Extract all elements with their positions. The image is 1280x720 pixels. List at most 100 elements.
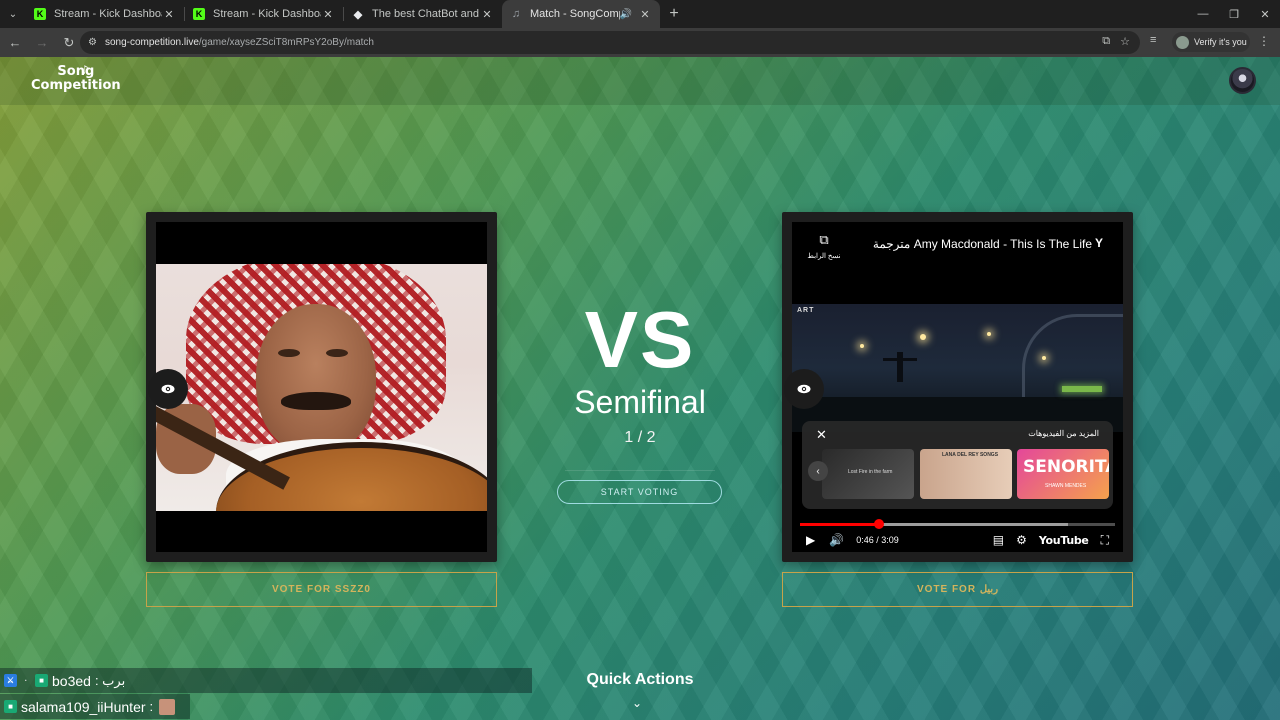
- tab-label: Match - SongCompetition: [530, 8, 620, 20]
- settings-gear-icon[interactable]: ⚙: [1016, 533, 1027, 547]
- divider: [565, 470, 715, 471]
- restore-icon[interactable]: ❐: [1218, 0, 1250, 28]
- logo-line2: Competition: [31, 78, 121, 93]
- video-watermark: ART: [797, 307, 815, 314]
- address-bar[interactable]: ⚙ song-competition.live/game/xayseZSciT8…: [80, 31, 1140, 54]
- verified-badge-icon: ■: [4, 700, 17, 713]
- reveal-eye-button[interactable]: [148, 369, 188, 409]
- previous-chevron-icon[interactable]: ‹: [808, 461, 828, 481]
- youtube-logo[interactable]: YouTube: [1039, 534, 1089, 547]
- url-host: song-competition.live: [104, 37, 199, 48]
- browser-tab[interactable]: K Stream - Kick Dashboard ✕: [185, 0, 343, 28]
- captions-icon[interactable]: ▤: [993, 533, 1004, 547]
- close-tab-icon[interactable]: ✕: [480, 8, 494, 21]
- verified-badge-icon: ■: [35, 674, 48, 687]
- vs-heading: VS: [584, 295, 696, 384]
- tab-label: The best ChatBot and Widgets: [372, 8, 480, 20]
- close-icon[interactable]: ✕: [816, 427, 827, 443]
- match-page: Song Competition ♪ ⧉ نسخ الرابط مترجمة A…: [0, 57, 1280, 720]
- thumbnail-title: SENORITA: [1023, 457, 1109, 477]
- vote-left-button[interactable]: VOTE FOR SSZZ0: [146, 572, 497, 607]
- youtube-embed[interactable]: ⧉ نسخ الرابط مترجمة Amy Macdonald - This…: [792, 222, 1123, 552]
- chat-text: :: [149, 699, 154, 714]
- forward-button[interactable]: →: [30, 31, 54, 55]
- eye-icon: [797, 384, 811, 394]
- thumbnail-subtitle: SHAWN MENDES: [1045, 483, 1087, 489]
- back-button[interactable]: ←: [3, 31, 27, 55]
- site-info-icon[interactable]: ⚙: [88, 37, 97, 48]
- chat-message: ■ salama109_iiHunter :: [0, 694, 190, 719]
- start-voting-button[interactable]: START VOTING: [557, 480, 722, 504]
- chat-message: ⚔ · ■ bo3ed : برب: [0, 668, 532, 693]
- audio-playing-icon[interactable]: 🔊: [620, 9, 632, 20]
- profile-avatar: [1176, 35, 1189, 49]
- music-note-icon: ♪: [81, 63, 89, 77]
- song-card-left: [146, 212, 497, 562]
- video-frame[interactable]: ART: [792, 304, 1123, 432]
- browser-tab[interactable]: ◆ The best ChatBot and Widgets ✕: [344, 0, 502, 28]
- browser-tab-active[interactable]: ♫ Match - SongCompetition 🔊 ✕: [502, 0, 660, 28]
- chat-text: : برب: [94, 672, 126, 688]
- thumbnail-text: Lost Fire in the farm: [848, 469, 893, 475]
- tab-search-icon[interactable]: ⌄: [0, 0, 26, 28]
- browser-tabbar: ⌄ K Stream - Kick Dashboard ✕ K Stream -…: [0, 0, 1280, 28]
- reload-button[interactable]: ↻: [57, 31, 81, 55]
- copy-icon: ⧉: [819, 232, 829, 247]
- chatbot-icon: ◆: [353, 8, 363, 21]
- copy-link-label: نسخ الرابط: [807, 253, 841, 260]
- site-logo[interactable]: Song Competition ♪: [31, 63, 121, 93]
- close-tab-icon[interactable]: ✕: [321, 8, 335, 21]
- channel-logo-icon[interactable]: Y: [1095, 236, 1103, 250]
- stage-label: Semifinal: [574, 384, 706, 420]
- progress-bar[interactable]: [800, 519, 1115, 529]
- user-avatar[interactable]: [1229, 67, 1256, 94]
- tab-label: Stream - Kick Dashboard: [54, 8, 162, 20]
- chevron-down-icon[interactable]: ⌄: [632, 696, 642, 710]
- round-counter: 1 / 2: [624, 429, 656, 446]
- vote-right-button[interactable]: VOTE FOR ربيل: [782, 572, 1133, 607]
- url-path: /game/xayseZSciT8mRPsY2oBy/match: [198, 37, 374, 48]
- close-window-icon[interactable]: ✕: [1249, 0, 1280, 28]
- install-app-icon[interactable]: ⧉: [1102, 35, 1110, 48]
- minimize-icon[interactable]: —: [1187, 0, 1219, 28]
- chat-username: salama109_iiHunter: [21, 698, 146, 715]
- quick-actions-label[interactable]: Quick Actions: [540, 671, 740, 689]
- fullscreen-icon[interactable]: ⛶: [1101, 533, 1109, 548]
- close-tab-icon[interactable]: ✕: [638, 8, 652, 21]
- new-tab-button[interactable]: +: [660, 5, 688, 23]
- play-icon[interactable]: ▶: [806, 533, 815, 547]
- chat-username: bo3ed: [52, 672, 91, 689]
- moderator-badge-icon: ⚔: [4, 674, 17, 687]
- browser-toolbar: ← → ↻ ⚙ song-competition.live/game/xayse…: [0, 28, 1280, 57]
- kick-icon: K: [193, 8, 205, 20]
- profile-verify-button[interactable]: Verify it's you: [1172, 32, 1250, 52]
- video-title[interactable]: مترجمة Amy Macdonald - This Is The Life: [852, 237, 1092, 251]
- progress-played: [800, 523, 879, 526]
- song-cover-image: [156, 264, 487, 511]
- close-tab-icon[interactable]: ✕: [162, 8, 176, 21]
- tab-label: Stream - Kick Dashboard: [213, 8, 321, 20]
- suggested-video-thumbnail[interactable]: LANA DEL REY SONGS: [920, 449, 1012, 499]
- suggested-video-thumbnail[interactable]: SENORITA SHAWN MENDES: [1017, 449, 1109, 499]
- thumbnail-text: LANA DEL REY SONGS: [942, 452, 999, 458]
- media-queue-icon[interactable]: ≡: [1150, 34, 1156, 46]
- copy-link-button[interactable]: ⧉ نسخ الرابط: [806, 232, 842, 260]
- browser-menu-icon[interactable]: ⋮: [1258, 34, 1270, 48]
- player-controls: ▶ 🔊 0:46 / 3:09 ▤ ⚙ YouTube ⛶: [792, 528, 1123, 552]
- browser-tab[interactable]: K Stream - Kick Dashboard ✕: [26, 0, 184, 28]
- suggested-video-thumbnail[interactable]: Lost Fire in the farm: [822, 449, 914, 499]
- volume-icon[interactable]: 🔊: [829, 533, 844, 547]
- more-videos-title: المزيد من الفيديوهات: [1028, 429, 1099, 438]
- logo-line1: Song: [57, 64, 95, 79]
- more-videos-panel: ✕ المزيد من الفيديوهات Lost Fire in the …: [802, 421, 1113, 509]
- site-header: [0, 57, 1280, 105]
- bookmark-star-icon[interactable]: ☆: [1120, 35, 1130, 48]
- verify-label: Verify it's you: [1194, 37, 1247, 47]
- songcompetition-icon: ♫: [511, 8, 521, 20]
- chat-emote-icon: [159, 698, 176, 715]
- eye-icon: [161, 384, 175, 394]
- url-text: song-competition.live/game/xayseZSciT8mR…: [105, 37, 374, 48]
- time-display: 0:46 / 3:09: [856, 535, 899, 545]
- song-card-right: ⧉ نسخ الرابط مترجمة Amy Macdonald - This…: [782, 212, 1133, 562]
- reveal-eye-button[interactable]: [784, 369, 824, 409]
